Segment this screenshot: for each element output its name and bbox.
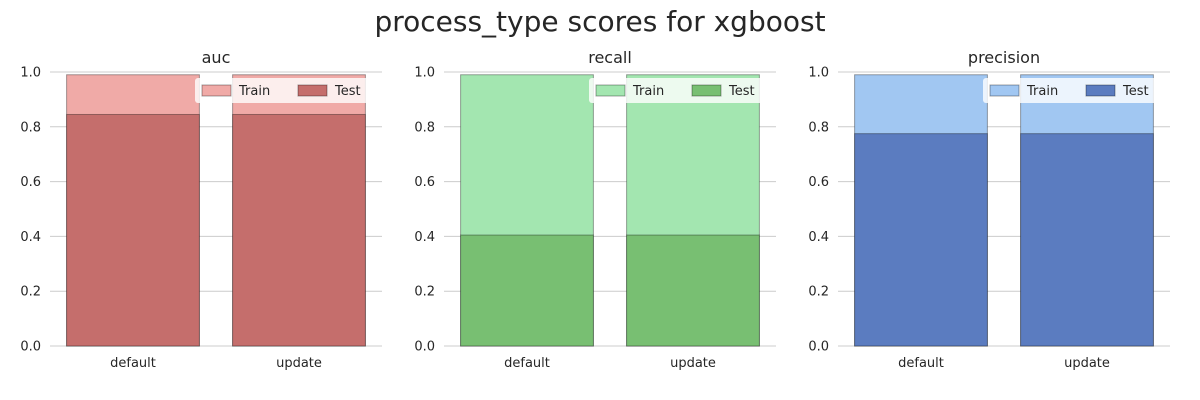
legend-swatch-test [691,84,722,97]
x-tick-label: update [276,356,322,371]
y-tick-label: 0.2 [414,285,435,300]
figure-title: process_type scores for xgboost [374,5,825,38]
y-tick-label: 0.4 [20,230,41,245]
x-tick-label: update [670,356,716,371]
subplot-precision: precision 0.0 0.2 0.4 0.6 0.8 1.0 default update… [808,48,1170,371]
y-tick-label: 0.6 [20,175,41,190]
legend-swatch-test [297,84,328,97]
bar-test-default [66,113,200,347]
y-tick-label: 0.2 [808,285,829,300]
legend-swatch-train [989,84,1020,97]
legend-label-train: Train [238,84,270,99]
legend-label-test: Test [334,84,361,99]
chart-figure: process_type scores for xgboost auc 0.0 0.… [0,0,1200,400]
subplot-recall: recall 0.0 0.2 0.4 0.6 0.8 1.0 default update Tra… [414,48,776,371]
bar-test-default [854,133,988,347]
subplot-title: recall [588,48,632,67]
y-tick-label: 1.0 [808,66,829,81]
x-tick-label: default [504,356,550,371]
y-tick-label: 0.6 [414,175,435,190]
y-tick-label: 0.4 [414,230,435,245]
x-tick-label: default [898,356,944,371]
y-tick-label: 0.0 [414,340,435,355]
y-tick-label: 0.0 [20,340,41,355]
subplot-title: auc [202,48,231,67]
legend-label-train: Train [1026,84,1058,99]
legend-swatch-test [1085,84,1116,97]
bar-test-default [460,234,594,347]
legend-swatch-train [201,84,232,97]
y-tick-label: 0.8 [808,120,829,135]
y-tick-label: 1.0 [414,66,435,81]
subplot-panels: auc 0.0 0.2 0.4 0.6 0.8 1.0 default update Train T… [20,48,1170,371]
y-tick-label: 0.6 [808,175,829,190]
legend-label-test: Test [728,84,755,99]
y-tick-label: 0.4 [808,230,829,245]
legend-label-test: Test [1122,84,1149,99]
subplot-auc: auc 0.0 0.2 0.4 0.6 0.8 1.0 default update Train T… [20,48,382,371]
x-tick-label: update [1064,356,1110,371]
x-tick-label: default [110,356,156,371]
y-tick-label: 1.0 [20,66,41,81]
y-tick-label: 0.8 [414,120,435,135]
bar-test-update [232,113,366,347]
bar-test-update [626,234,760,347]
legend-swatch-train [595,84,626,97]
y-tick-label: 0.8 [20,120,41,135]
y-tick-label: 0.0 [808,340,829,355]
bar-test-update [1020,133,1154,347]
y-tick-label: 0.2 [20,285,41,300]
subplot-title: precision [968,48,1040,67]
legend-label-train: Train [632,84,664,99]
chart-canvas: process_type scores for xgboost auc 0.0 0.… [20,5,1170,371]
